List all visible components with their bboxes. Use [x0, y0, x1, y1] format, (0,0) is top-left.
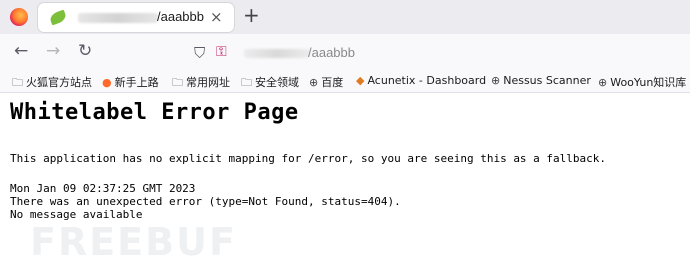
globe-icon: ⊕	[598, 76, 608, 89]
folder-icon: 🗀	[241, 76, 252, 89]
address-bar[interactable]: ⛉ ⚿ /aaabbb	[186, 39, 690, 67]
bookmark-wooyun[interactable]: ⊕ WooYun知识库	[598, 74, 686, 90]
bookmark-label: 火狐官方站点	[26, 76, 92, 89]
tab-title: /aaabbb	[157, 9, 204, 24]
watermark: FREEBUF	[30, 220, 237, 264]
bookmark-label: Acunetix - Dashboard	[367, 74, 487, 87]
error-description: This application has no explicit mapping…	[10, 152, 607, 165]
bookmark-label: 安全领域	[255, 76, 299, 89]
firefox-logo-icon[interactable]	[10, 8, 28, 26]
tab-title-redacted	[78, 13, 158, 23]
bookmark-getting-started[interactable]: ● 新手上路	[102, 74, 159, 90]
bookmark-acunetix[interactable]: ◆ Acunetix - Dashboard	[356, 74, 486, 87]
error-timestamp: Mon Jan 09 02:37:25 GMT 2023	[10, 182, 196, 195]
back-button[interactable]: ←	[14, 41, 28, 61]
bookmark-nessus[interactable]: ⊕ Nessus Scanner	[491, 74, 591, 87]
url-host-redacted	[244, 49, 310, 58]
tab-strip: /aaabbb × +	[0, 0, 690, 34]
acunetix-icon: ◆	[356, 74, 365, 87]
bookmark-label: 常用网址	[186, 76, 230, 89]
folder-icon: 🗀	[12, 76, 23, 89]
globe-icon: ⊕	[309, 76, 319, 89]
close-tab-icon[interactable]: ×	[210, 8, 223, 26]
bookmarks-toolbar: 🗀 火狐官方站点 ● 新手上路 🗀 常用网址 🗀 安全领域 ⊕ 百度 ◆ Acunetix …	[0, 72, 690, 93]
firefox-icon: ●	[102, 76, 112, 89]
insecure-connection-icon[interactable]: ⚿	[216, 44, 227, 60]
page-content: Whitelabel Error Page This application h…	[10, 100, 680, 221]
bookmark-firefox-official[interactable]: 🗀 火狐官方站点	[12, 74, 92, 93]
bookmark-label: 新手上路	[114, 76, 159, 89]
tracking-shield-icon[interactable]: ⛉	[194, 44, 205, 62]
leaf-favicon-icon	[48, 9, 68, 26]
bookmark-security-field[interactable]: 🗀 安全领域	[241, 74, 299, 93]
new-tab-button[interactable]: +	[243, 3, 260, 27]
folder-icon: 🗀	[172, 76, 183, 89]
url-path[interactable]: /aaabbb	[308, 45, 355, 60]
active-tab[interactable]: /aaabbb ×	[38, 3, 234, 32]
error-type-status: There was an unexpected error (type=Not …	[10, 195, 401, 208]
bookmark-label: WooYun知识库	[610, 76, 687, 89]
globe-icon: ⊕	[491, 74, 501, 87]
bookmark-label: Nessus Scanner	[503, 74, 591, 87]
forward-button[interactable]: →	[46, 41, 60, 61]
navigation-toolbar: ← → ↻ ⛉ ⚿ /aaabbb	[0, 34, 690, 72]
reload-button[interactable]: ↻	[78, 41, 92, 61]
page-title: Whitelabel Error Page	[10, 100, 299, 125]
bookmark-common-sites[interactable]: 🗀 常用网址	[172, 74, 230, 93]
bookmark-label: 百度	[321, 76, 344, 89]
bookmark-baidu[interactable]: ⊕ 百度	[309, 74, 343, 90]
